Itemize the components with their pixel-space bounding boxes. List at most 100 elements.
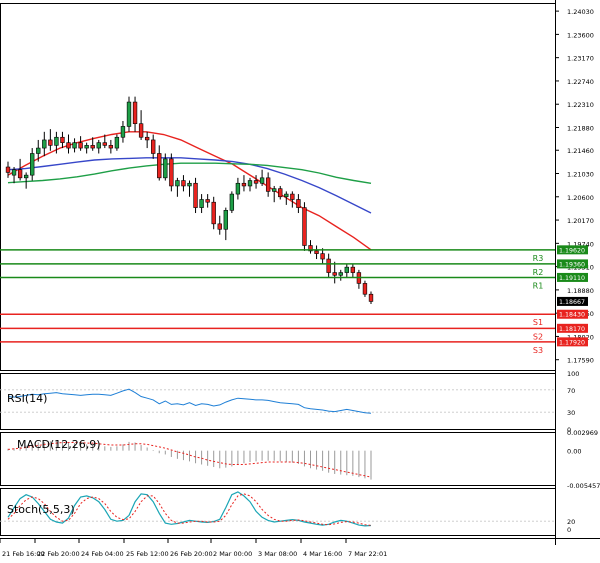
price-tick-label: 1.18880 bbox=[567, 287, 594, 295]
time-tick-label: 25 Feb 12:00 bbox=[126, 550, 169, 558]
time-tick-label: 22 Feb 20:00 bbox=[37, 550, 80, 558]
rsi-tick-label: 70 bbox=[567, 387, 575, 395]
level-price-label: 1.18430 bbox=[559, 312, 585, 319]
price-tick-label: 1.21460 bbox=[567, 147, 594, 155]
current-price-label: 1.18667 bbox=[559, 299, 585, 306]
candle-body bbox=[175, 180, 180, 187]
candle-body bbox=[278, 188, 283, 198]
candle-body bbox=[66, 142, 71, 149]
time-tick-label: 24 Feb 04:00 bbox=[81, 550, 124, 558]
candle-body bbox=[96, 142, 101, 149]
price-tick-label: 1.23600 bbox=[567, 31, 594, 39]
candle-body bbox=[17, 169, 23, 179]
candle-body bbox=[205, 199, 210, 203]
candle-body bbox=[169, 158, 174, 187]
level-name-label: S3 bbox=[533, 346, 543, 355]
candle-body bbox=[259, 177, 265, 184]
rsi-tick-label: 30 bbox=[567, 409, 575, 417]
candle-body bbox=[102, 142, 107, 146]
candle-body bbox=[114, 136, 120, 149]
candle-body bbox=[338, 272, 343, 276]
candle-body bbox=[90, 145, 95, 149]
candle-body bbox=[151, 139, 156, 154]
stoch-panel bbox=[0, 488, 556, 536]
candle-body bbox=[247, 180, 253, 187]
time-tick-label: 4 Mar 16:00 bbox=[303, 550, 342, 558]
candle-body bbox=[272, 188, 277, 192]
candle-body bbox=[211, 201, 216, 225]
candle-body bbox=[30, 153, 35, 176]
candle-body bbox=[60, 136, 65, 143]
candle-body bbox=[296, 199, 301, 208]
stoch-tick-label: 20 bbox=[567, 518, 575, 526]
candle-body bbox=[126, 101, 132, 127]
macd-tick-label: 0.00 bbox=[567, 448, 581, 456]
level-name-label: R1 bbox=[533, 281, 544, 290]
level-name-label: S1 bbox=[533, 318, 543, 327]
chart-canvas: 1.24030 1.23600 1.23170 1.22740 1.22310 1.218… bbox=[0, 0, 600, 558]
time-tick-label: 3 Mar 08:00 bbox=[258, 550, 297, 558]
candle-body bbox=[72, 142, 77, 149]
candle-body bbox=[54, 136, 59, 146]
candle-body bbox=[11, 169, 17, 176]
candle-body bbox=[332, 272, 337, 276]
candle-body bbox=[229, 193, 235, 211]
candle-body bbox=[23, 174, 29, 179]
macd-title: MACD(12,26,9) bbox=[17, 438, 101, 451]
candle-body bbox=[193, 182, 198, 208]
candle-body bbox=[144, 136, 150, 141]
candle-body bbox=[290, 193, 295, 200]
time-tick-label: 26 Feb 20:00 bbox=[170, 550, 213, 558]
candle-body bbox=[48, 139, 53, 146]
candle-body bbox=[368, 293, 374, 302]
candle-body bbox=[199, 199, 204, 208]
macd-tick-label: -0.005457 bbox=[567, 482, 600, 490]
price-tick-label: 1.22310 bbox=[567, 101, 594, 109]
level-price-label: 1.17920 bbox=[559, 339, 585, 346]
candle-body bbox=[108, 145, 114, 149]
stoch-title: Stoch(5,5,3) bbox=[7, 503, 75, 516]
level-name-label: R2 bbox=[533, 268, 544, 277]
candle-body bbox=[187, 182, 192, 187]
candle-body bbox=[302, 207, 307, 246]
level-name-label: R3 bbox=[533, 254, 544, 263]
trading-chart: 1.24030 1.23600 1.23170 1.22740 1.22310 1.218… bbox=[0, 0, 600, 563]
rsi-title: RSI(14) bbox=[7, 392, 47, 405]
candle-body bbox=[120, 126, 126, 138]
price-tick-label: 1.23170 bbox=[567, 55, 594, 63]
candle-body bbox=[223, 210, 228, 230]
candle-body bbox=[241, 182, 247, 187]
price-tick-label: 1.22740 bbox=[567, 78, 594, 86]
price-panel bbox=[0, 3, 556, 371]
rsi-tick-label: 100 bbox=[567, 370, 579, 378]
price-tick-label: 1.21030 bbox=[567, 171, 594, 179]
candle-body bbox=[284, 193, 289, 198]
candle-body bbox=[320, 253, 325, 260]
price-tick-label: 1.17590 bbox=[567, 357, 594, 365]
candle-body bbox=[84, 145, 89, 149]
candle-body bbox=[235, 182, 241, 195]
candle-body bbox=[344, 266, 349, 273]
price-tick-label: 1.21880 bbox=[567, 124, 594, 132]
candle-body bbox=[163, 158, 168, 179]
candle-body bbox=[314, 250, 319, 254]
level-name-label: S2 bbox=[533, 332, 543, 341]
candle-body bbox=[138, 123, 144, 138]
price-tick-label: 1.20170 bbox=[567, 217, 594, 225]
level-price-label: 1.19360 bbox=[559, 261, 585, 268]
candle-body bbox=[78, 142, 83, 149]
price-tick-label: 1.20600 bbox=[567, 194, 594, 202]
rsi-panel bbox=[0, 373, 556, 430]
level-price-label: 1.19620 bbox=[559, 247, 585, 254]
price-tick-label: 1.24030 bbox=[567, 8, 594, 16]
candle-body bbox=[265, 177, 271, 192]
candle-body bbox=[132, 101, 138, 125]
candle-body bbox=[362, 283, 368, 295]
candle-body bbox=[5, 166, 11, 173]
candle-body bbox=[217, 223, 222, 230]
candle-body bbox=[36, 147, 41, 154]
candle-body bbox=[157, 153, 162, 179]
level-price-label: 1.19110 bbox=[559, 275, 585, 282]
stoch-tick-label: 0 bbox=[567, 526, 571, 534]
macd-tick-label: 0.002969 bbox=[567, 429, 598, 437]
